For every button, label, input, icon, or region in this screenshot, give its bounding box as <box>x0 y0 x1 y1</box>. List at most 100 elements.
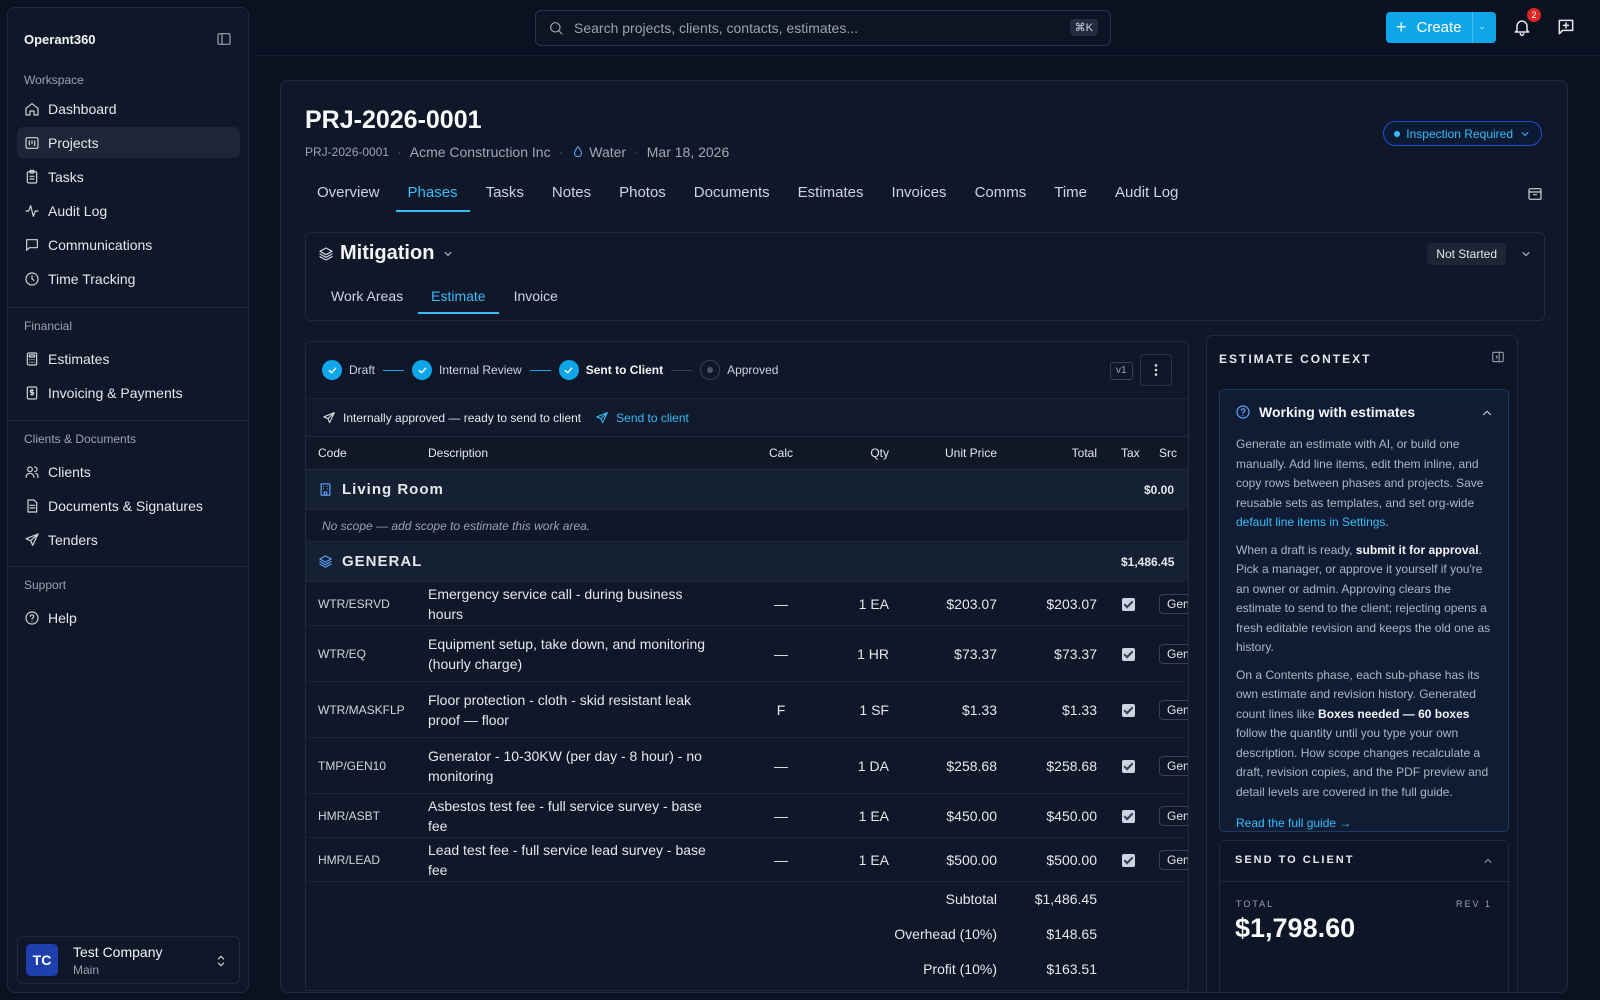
tab-estimates[interactable]: Estimates <box>786 174 876 212</box>
send-icon <box>323 411 335 423</box>
settings-link[interactable]: default line items in Settings <box>1236 515 1385 529</box>
column-header[interactable]: Total <box>1009 436 1109 470</box>
sidebar-item-tenders[interactable]: Tenders <box>17 524 240 555</box>
tab-documents[interactable]: Documents <box>682 174 782 212</box>
tax-checkbox[interactable] <box>1121 854 1135 868</box>
chevron-down-icon[interactable] <box>1520 248 1532 260</box>
table-row[interactable]: HMR/ASBT Asbestos test fee - full servic… <box>306 793 1188 838</box>
create-button[interactable]: + Create <box>1386 12 1496 43</box>
table-row[interactable]: WTR/MASKFLP Floor protection - cloth - s… <box>306 681 1188 738</box>
line-description[interactable]: Asbestos test fee - full service survey … <box>416 793 746 838</box>
tab-audit-log[interactable]: Audit Log <box>1103 174 1190 212</box>
source-badge: General <box>1159 593 1188 614</box>
guide-toggle[interactable]: Working with estimates <box>1235 404 1415 420</box>
line-unit-price[interactable]: $73.37 <box>901 625 1009 682</box>
subtab-estimate[interactable]: Estimate <box>418 278 499 314</box>
line-qty[interactable]: 1 SF <box>816 681 901 738</box>
sidebar-item-projects[interactable]: Projects <box>17 127 240 158</box>
table-row[interactable]: WTR/EQ Equipment setup, take down, and m… <box>306 625 1188 682</box>
tax-checkbox[interactable] <box>1121 704 1135 718</box>
sidebar-item-help[interactable]: Help <box>17 602 240 633</box>
sidebar-toggle-icon[interactable] <box>216 31 232 47</box>
sidebar-item-clients[interactable]: Clients <box>17 456 240 487</box>
send-to-client-link[interactable]: Send to client <box>595 411 689 425</box>
estimate-menu-button[interactable] <box>1140 354 1172 386</box>
sidebar-item-communications[interactable]: Communications <box>17 229 240 260</box>
tab-overview[interactable]: Overview <box>305 174 392 212</box>
column-header[interactable]: Src <box>1147 436 1188 470</box>
phase-selector[interactable]: Mitigation <box>318 242 460 265</box>
check-icon <box>558 360 579 380</box>
tab-invoices[interactable]: Invoices <box>880 174 959 212</box>
tab-photos[interactable]: Photos <box>607 174 678 212</box>
line-unit-price[interactable]: $1.33 <box>901 681 1009 738</box>
archive-button[interactable] <box>1527 186 1543 202</box>
table-row[interactable]: WTR/ESRVD Emergency service call - durin… <box>306 581 1188 626</box>
line-description[interactable]: Lead test fee - full service lead survey… <box>416 837 746 882</box>
column-header[interactable]: Tax <box>1109 436 1147 470</box>
collapse-panel-button[interactable] <box>1491 350 1505 364</box>
account-name: Test Company <box>73 943 163 960</box>
tab-phases[interactable]: Phases <box>395 174 470 212</box>
line-description[interactable]: Floor protection - cloth - skid resistan… <box>416 681 746 738</box>
line-unit-price[interactable]: $500.00 <box>901 837 1009 882</box>
line-qty[interactable]: 1 EA <box>816 581 901 626</box>
line-description[interactable]: Equipment setup, take down, and monitori… <box>416 625 746 682</box>
chevron-down-icon <box>444 251 452 256</box>
tab-notes[interactable]: Notes <box>540 174 603 212</box>
table-row[interactable]: TMP/GEN10 Generator - 10-30KW (per day -… <box>306 737 1188 794</box>
chevron-up-icon[interactable] <box>1482 855 1494 867</box>
line-unit-price[interactable]: $450.00 <box>901 793 1009 838</box>
line-qty[interactable]: 1 EA <box>816 793 901 838</box>
feedback-button[interactable] <box>1556 17 1576 37</box>
sidebar-item-dashboard[interactable]: Dashboard <box>17 93 240 124</box>
column-header[interactable]: Calc <box>746 436 816 470</box>
sidebar-item-time-tracking[interactable]: Time Tracking <box>17 263 240 294</box>
sidebar-item-documents[interactable]: Documents & Signatures <box>17 490 240 521</box>
read-full-guide-link[interactable]: Read the full guide → <box>1236 814 1498 834</box>
line-unit-price[interactable]: $258.68 <box>901 737 1009 794</box>
sidebar-item-invoicing[interactable]: Invoicing & Payments <box>17 377 240 408</box>
sidebar-item-tasks[interactable]: Tasks <box>17 161 240 192</box>
client-link[interactable]: Acme Construction Inc <box>410 144 551 160</box>
tax-checkbox[interactable] <box>1121 760 1135 774</box>
tax-checkbox[interactable] <box>1121 598 1135 612</box>
group-row-living-room[interactable]: Living Room $0.00 <box>306 469 1188 510</box>
subtab-work-areas[interactable]: Work Areas <box>318 278 416 314</box>
line-qty[interactable]: 1 DA <box>816 737 901 794</box>
sidebar-item-estimates[interactable]: Estimates <box>17 343 240 374</box>
sidebar-item-label: Documents & Signatures <box>48 497 203 514</box>
line-qty[interactable]: 1 HR <box>816 625 901 682</box>
column-header[interactable]: Qty <box>816 436 901 470</box>
chevron-up-icon[interactable] <box>1480 406 1494 420</box>
sidebar-item-audit-log[interactable]: Audit Log <box>17 195 240 226</box>
step-label: Sent to Client <box>585 363 664 377</box>
sidebar-item-label: Tasks <box>48 168 84 185</box>
guide-text: Generate an estimate with AI, or build o… <box>1236 437 1484 510</box>
column-header[interactable]: Code <box>306 436 416 470</box>
layers-icon <box>319 555 332 568</box>
search-input[interactable]: Search projects, clients, contacts, esti… <box>535 10 1111 46</box>
tax-checkbox[interactable] <box>1121 810 1135 824</box>
line-qty[interactable]: 1 EA <box>816 837 901 882</box>
subtab-invoice[interactable]: Invoice <box>501 278 571 314</box>
total-label: TOTAL <box>1236 899 1275 909</box>
tab-comms[interactable]: Comms <box>963 174 1039 212</box>
tab-time[interactable]: Time <box>1042 174 1099 212</box>
empty-scope-row: No scope — add scope to estimate this wo… <box>306 509 1188 542</box>
phase-status-badge[interactable]: Not Started <box>1427 243 1506 265</box>
tab-tasks[interactable]: Tasks <box>474 174 536 212</box>
summary-value: $148.65 <box>1046 926 1097 942</box>
tax-checkbox[interactable] <box>1121 648 1135 662</box>
step-label: Internal Review <box>439 363 522 377</box>
project-status-dropdown[interactable]: Inspection Required <box>1383 121 1542 146</box>
group-row-general[interactable]: GENERAL $1,486.45 <box>306 541 1188 582</box>
column-header[interactable]: Unit Price <box>901 436 1009 470</box>
line-description[interactable]: Emergency service call - during business… <box>416 581 746 626</box>
nav-group-label: Workspace <box>24 73 84 87</box>
line-description[interactable]: Generator - 10-30KW (per day - 8 hour) -… <box>416 737 746 794</box>
account-switcher[interactable]: TC Test Company Main <box>17 936 240 984</box>
line-unit-price[interactable]: $203.07 <box>901 581 1009 626</box>
table-row[interactable]: HMR/LEAD Lead test fee - full service le… <box>306 837 1188 882</box>
column-header[interactable]: Description <box>416 436 746 470</box>
